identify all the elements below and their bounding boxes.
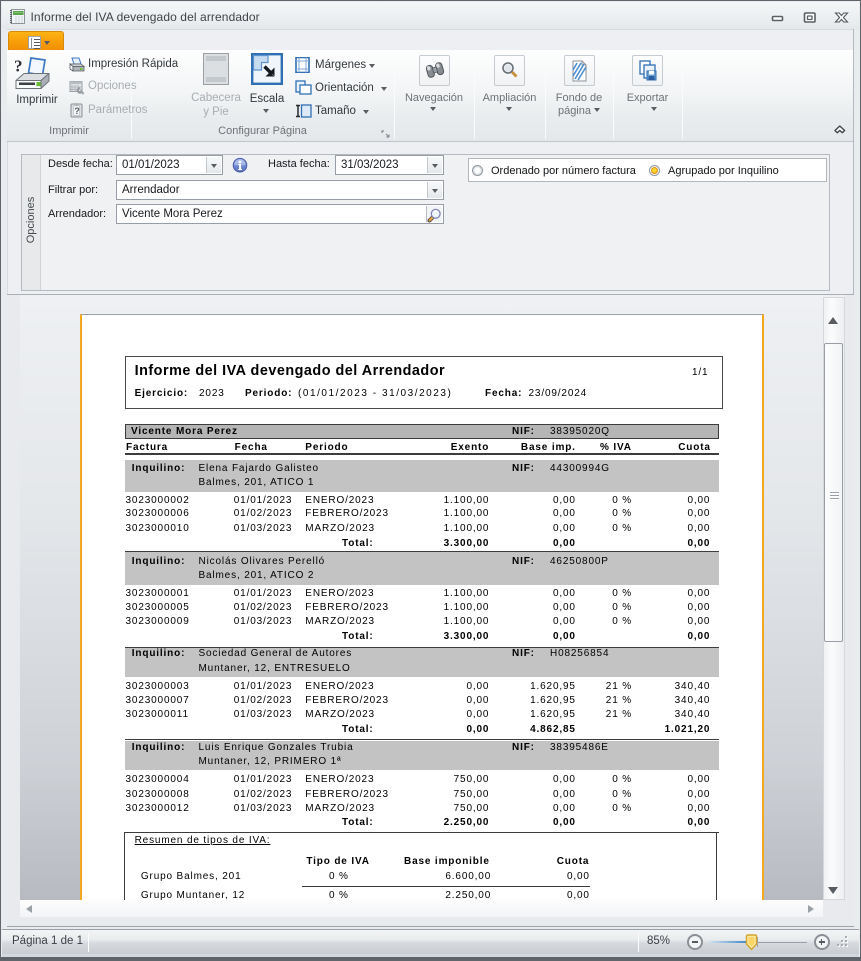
svg-text:?: ? — [74, 106, 80, 116]
svg-text:?: ? — [14, 57, 23, 76]
